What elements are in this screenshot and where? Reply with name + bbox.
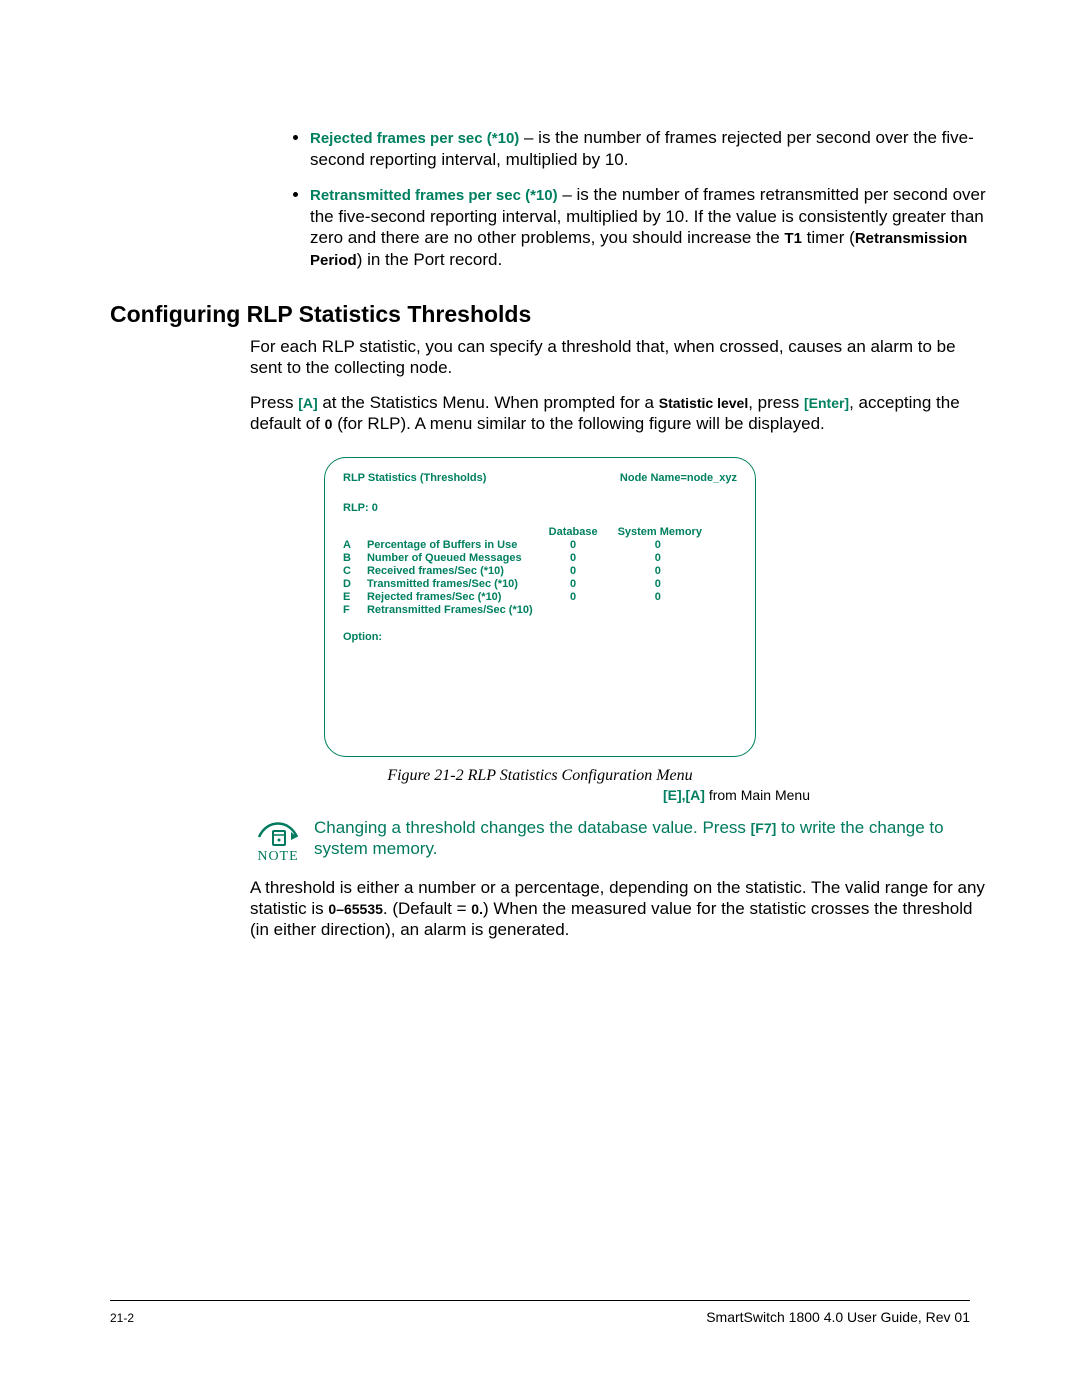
note-block: NOTE Changing a threshold changes the da… — [250, 817, 990, 865]
range-value: 0–65535 — [328, 901, 383, 917]
fig-header-row: Database System Memory — [343, 526, 718, 539]
section-heading: Configuring RLP Statistics Thresholds — [110, 301, 970, 328]
table-row: ERejected frames/Sec (*10)00 — [343, 591, 718, 604]
col-system-memory: System Memory — [618, 526, 718, 539]
fig-option: Option: — [343, 631, 737, 643]
figure-caption: Figure 21-2 RLP Statistics Configuration… — [110, 767, 970, 785]
default-value: 0. — [471, 901, 483, 917]
page: Rejected frames per sec (*10) – is the n… — [0, 0, 1080, 1397]
term-retransmitted: Retransmitted frames per sec (*10) — [310, 187, 558, 204]
footer-page-number: 21-2 — [110, 1311, 134, 1325]
text: ) in the Port record. — [357, 250, 503, 269]
fig-node-name: Node Name=node_xyz — [620, 472, 737, 484]
para-threshold: A threshold is either a number or a perc… — [250, 877, 990, 941]
table-row: APercentage of Buffers in Use00 — [343, 539, 718, 552]
key-enter: [Enter] — [804, 395, 849, 411]
table-row: DTransmitted frames/Sec (*10)00 — [343, 578, 718, 591]
bullet-list: Rejected frames per sec (*10) – is the n… — [270, 127, 1010, 271]
text: , press — [748, 393, 804, 412]
key-a: [A] — [298, 395, 317, 411]
col-database: Database — [549, 526, 618, 539]
text: Changing a threshold changes the databas… — [314, 818, 751, 837]
text: (for RLP). A menu similar to the followi… — [332, 414, 824, 433]
text: at the Statistics Menu. When prompted fo… — [318, 393, 659, 412]
table-row: CReceived frames/Sec (*10)00 — [343, 565, 718, 578]
figure-subcaption: [E],[A] from Main Menu — [110, 787, 810, 803]
note-icon: NOTE — [250, 817, 306, 865]
term-rejected: Rejected frames per sec (*10) — [310, 130, 519, 147]
subcap-keys: [E],[A] — [663, 787, 705, 803]
para-intro: For each RLP statistic, you can specify … — [250, 336, 990, 379]
subcap-text: from Main Menu — [705, 787, 810, 803]
text: timer ( — [802, 228, 855, 247]
t1-timer: T1 — [784, 230, 802, 247]
fig-rlp: RLP: 0 — [343, 502, 737, 514]
para-instructions: Press [A] at the Statistics Menu. When p… — [250, 392, 990, 435]
text: . (Default = — [383, 899, 471, 918]
stat-level: Statistic level — [659, 395, 749, 411]
footer-doc-title: SmartSwitch 1800 4.0 User Guide, Rev 01 — [706, 1309, 970, 1325]
note-text: Changing a threshold changes the databas… — [314, 817, 990, 860]
table-row: BNumber of Queued Messages00 — [343, 552, 718, 565]
note-label: NOTE — [250, 849, 306, 865]
table-row: FRetransmitted Frames/Sec (*10) — [343, 604, 718, 617]
bullet-rejected: Rejected frames per sec (*10) – is the n… — [310, 127, 1010, 170]
bullet-retransmitted: Retransmitted frames per sec (*10) – is … — [310, 184, 1010, 271]
key-f7: [F7] — [751, 820, 777, 836]
fig-table: Database System Memory APercentage of Bu… — [343, 526, 718, 617]
footer-rule — [110, 1300, 970, 1301]
text: Press — [250, 393, 298, 412]
figure-terminal: RLP Statistics (Thresholds) Node Name=no… — [324, 457, 756, 757]
